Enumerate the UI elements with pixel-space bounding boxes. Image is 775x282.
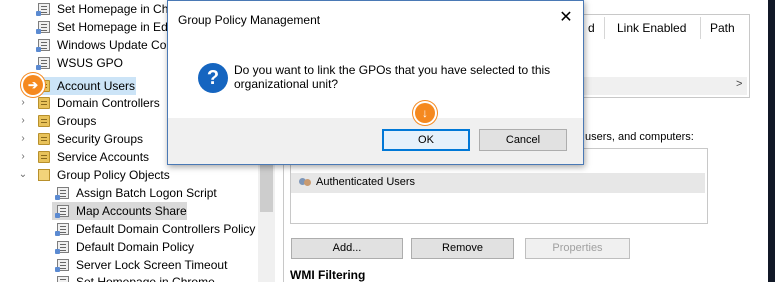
cancel-button[interactable]: Cancel [479, 129, 567, 151]
expand-chevron-icon[interactable]: › [18, 130, 28, 148]
gpo-icon [36, 57, 50, 70]
expand-chevron-icon[interactable]: › [18, 112, 28, 130]
column-separator[interactable] [604, 17, 605, 39]
tree-item-map-accounts-share[interactable]: Map Accounts Share [52, 202, 187, 220]
folder-open-icon [38, 169, 50, 181]
gpo-icon [36, 3, 50, 16]
expand-chevron-icon[interactable]: › [18, 148, 28, 166]
tree-item-account-users[interactable]: Account Users [36, 77, 136, 95]
tree-item-default-domain-controllers-policy[interactable]: Default Domain Controllers Policy [0, 220, 258, 238]
gpo-icon [57, 276, 69, 282]
gpo-icon [55, 241, 69, 254]
column-header-path[interactable]: Path [710, 19, 735, 37]
wmi-filtering-heading: WMI Filtering [290, 268, 366, 282]
tree-item-set-homepage-in-chrome[interactable]: Set Homepage in Chrome [0, 273, 258, 282]
expand-chevron-icon[interactable]: › [18, 94, 28, 112]
dialog-message: Do you want to link the GPOs that you ha… [234, 63, 551, 91]
tree-item-default-domain-policy[interactable]: Default Domain Policy [0, 238, 258, 256]
users-group-icon [299, 176, 312, 188]
column-header-d[interactable]: d [588, 19, 595, 37]
folder-icon [38, 97, 50, 109]
folder-icon [38, 115, 50, 127]
link-gpo-dialog: Group Policy Management ✕ ? Do you want … [167, 0, 584, 165]
add-button[interactable]: Add... [291, 238, 403, 259]
folder-icon [38, 151, 50, 163]
gpo-icon [36, 21, 50, 34]
properties-button: Properties [525, 238, 630, 259]
tree-item-group-policy-objects[interactable]: ⌄ Group Policy Objects [0, 166, 258, 184]
gpo-icon [55, 259, 69, 272]
dialog-title: Group Policy Management [178, 13, 321, 27]
security-entry-label: Authenticated Users [316, 176, 416, 188]
arrow-down-marker-icon: ↓ [415, 103, 435, 123]
question-icon: ? [198, 63, 228, 93]
tree-item-server-lock-screen-timeout[interactable]: Server Lock Screen Timeout [0, 256, 258, 274]
scroll-right-arrow-icon[interactable]: > [736, 78, 742, 90]
ok-button[interactable]: OK [382, 129, 470, 151]
gpo-icon [55, 205, 69, 218]
remove-button[interactable]: Remove [411, 238, 514, 259]
column-header-link-enabled[interactable]: Link Enabled [617, 19, 686, 37]
gpo-icon [36, 39, 50, 52]
folder-icon [38, 133, 50, 145]
dialog-titlebar[interactable]: Group Policy Management ✕ [168, 1, 583, 36]
gpo-icon [55, 187, 69, 200]
collapse-chevron-icon[interactable]: ⌄ [18, 166, 28, 184]
security-filtering-caption: users, and computers: [585, 131, 694, 143]
arrow-right-marker-icon: ➔ [23, 75, 43, 95]
gpo-icon [55, 223, 69, 236]
background-window-edge [768, 0, 775, 282]
column-separator[interactable] [700, 17, 701, 39]
close-icon[interactable]: ✕ [556, 7, 576, 29]
tree-item-assign-batch-logon-script[interactable]: Assign Batch Logon Script [0, 184, 258, 202]
